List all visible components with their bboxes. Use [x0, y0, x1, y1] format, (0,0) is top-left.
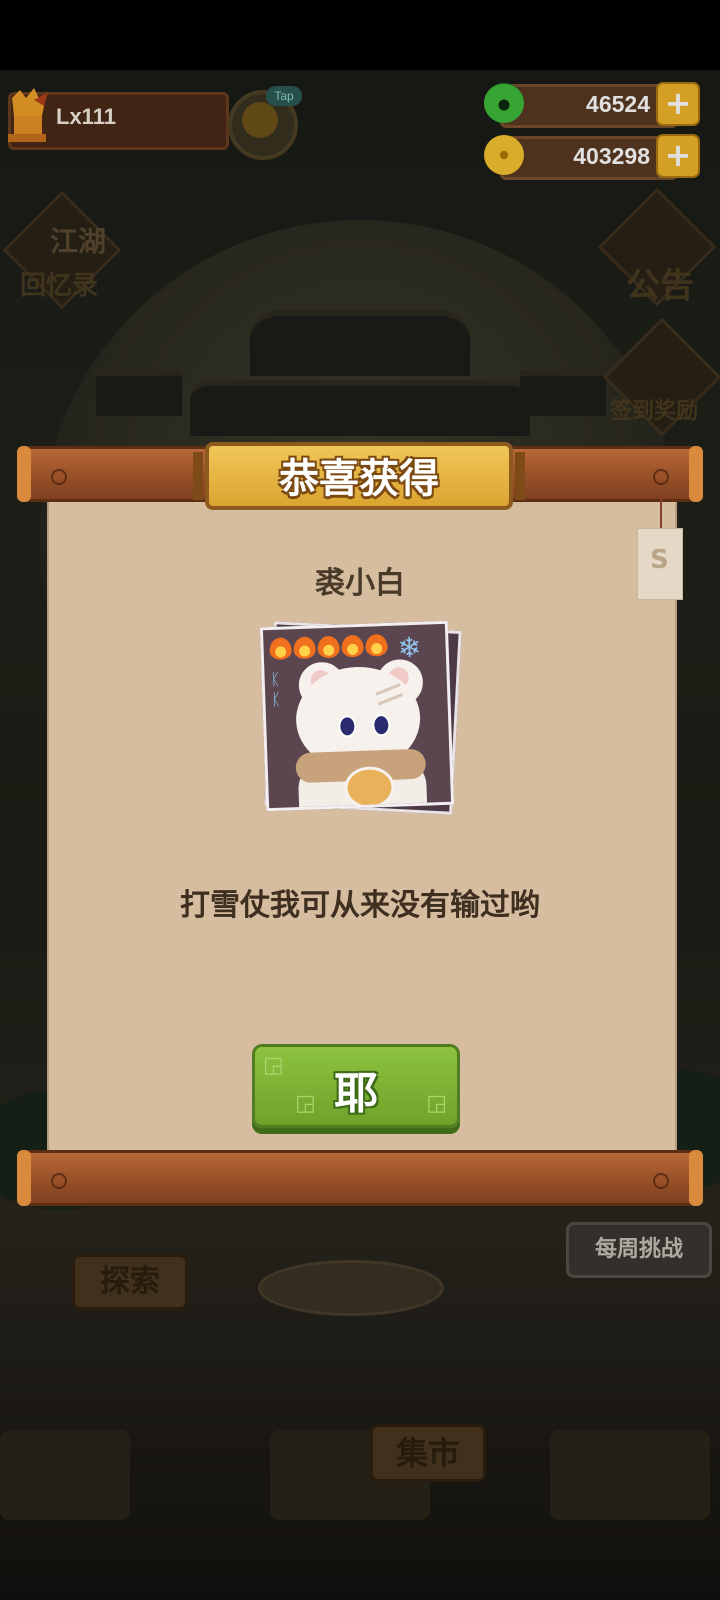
rod-bolt — [51, 1173, 67, 1189]
rod-cap-right — [689, 446, 703, 502]
rod-cap-left — [17, 1150, 31, 1206]
flame-icon — [317, 635, 340, 659]
rod-cap-right — [689, 1150, 703, 1206]
rarity-flames — [269, 633, 388, 661]
modal-title: 恭喜获得 — [279, 456, 439, 502]
confirm-button-label: 耶 — [334, 1068, 378, 1119]
card-front: ❄ ᛕᛕ — [259, 620, 455, 812]
reward-description: 打雪仗我可从来没有输过哟 — [180, 888, 540, 923]
confirm-button[interactable]: ◲ ◲ ◲ 耶 — [252, 1044, 460, 1128]
tag-string — [660, 494, 662, 528]
flame-icon — [269, 637, 292, 661]
rod-bolt — [653, 469, 669, 485]
reward-card: ❄ ᛕᛕ — [259, 620, 462, 815]
rod-bolt — [51, 469, 67, 485]
scroll-bottom-rod — [17, 1150, 703, 1206]
rod-cap-left — [17, 446, 31, 502]
frost-marks-icon: ᛕᛕ — [270, 669, 282, 709]
reward-name: 裘小白 — [315, 566, 405, 601]
rod-bolt — [653, 1173, 669, 1189]
flame-icon — [365, 633, 388, 657]
flame-icon — [293, 636, 316, 660]
flame-icon — [341, 634, 364, 658]
